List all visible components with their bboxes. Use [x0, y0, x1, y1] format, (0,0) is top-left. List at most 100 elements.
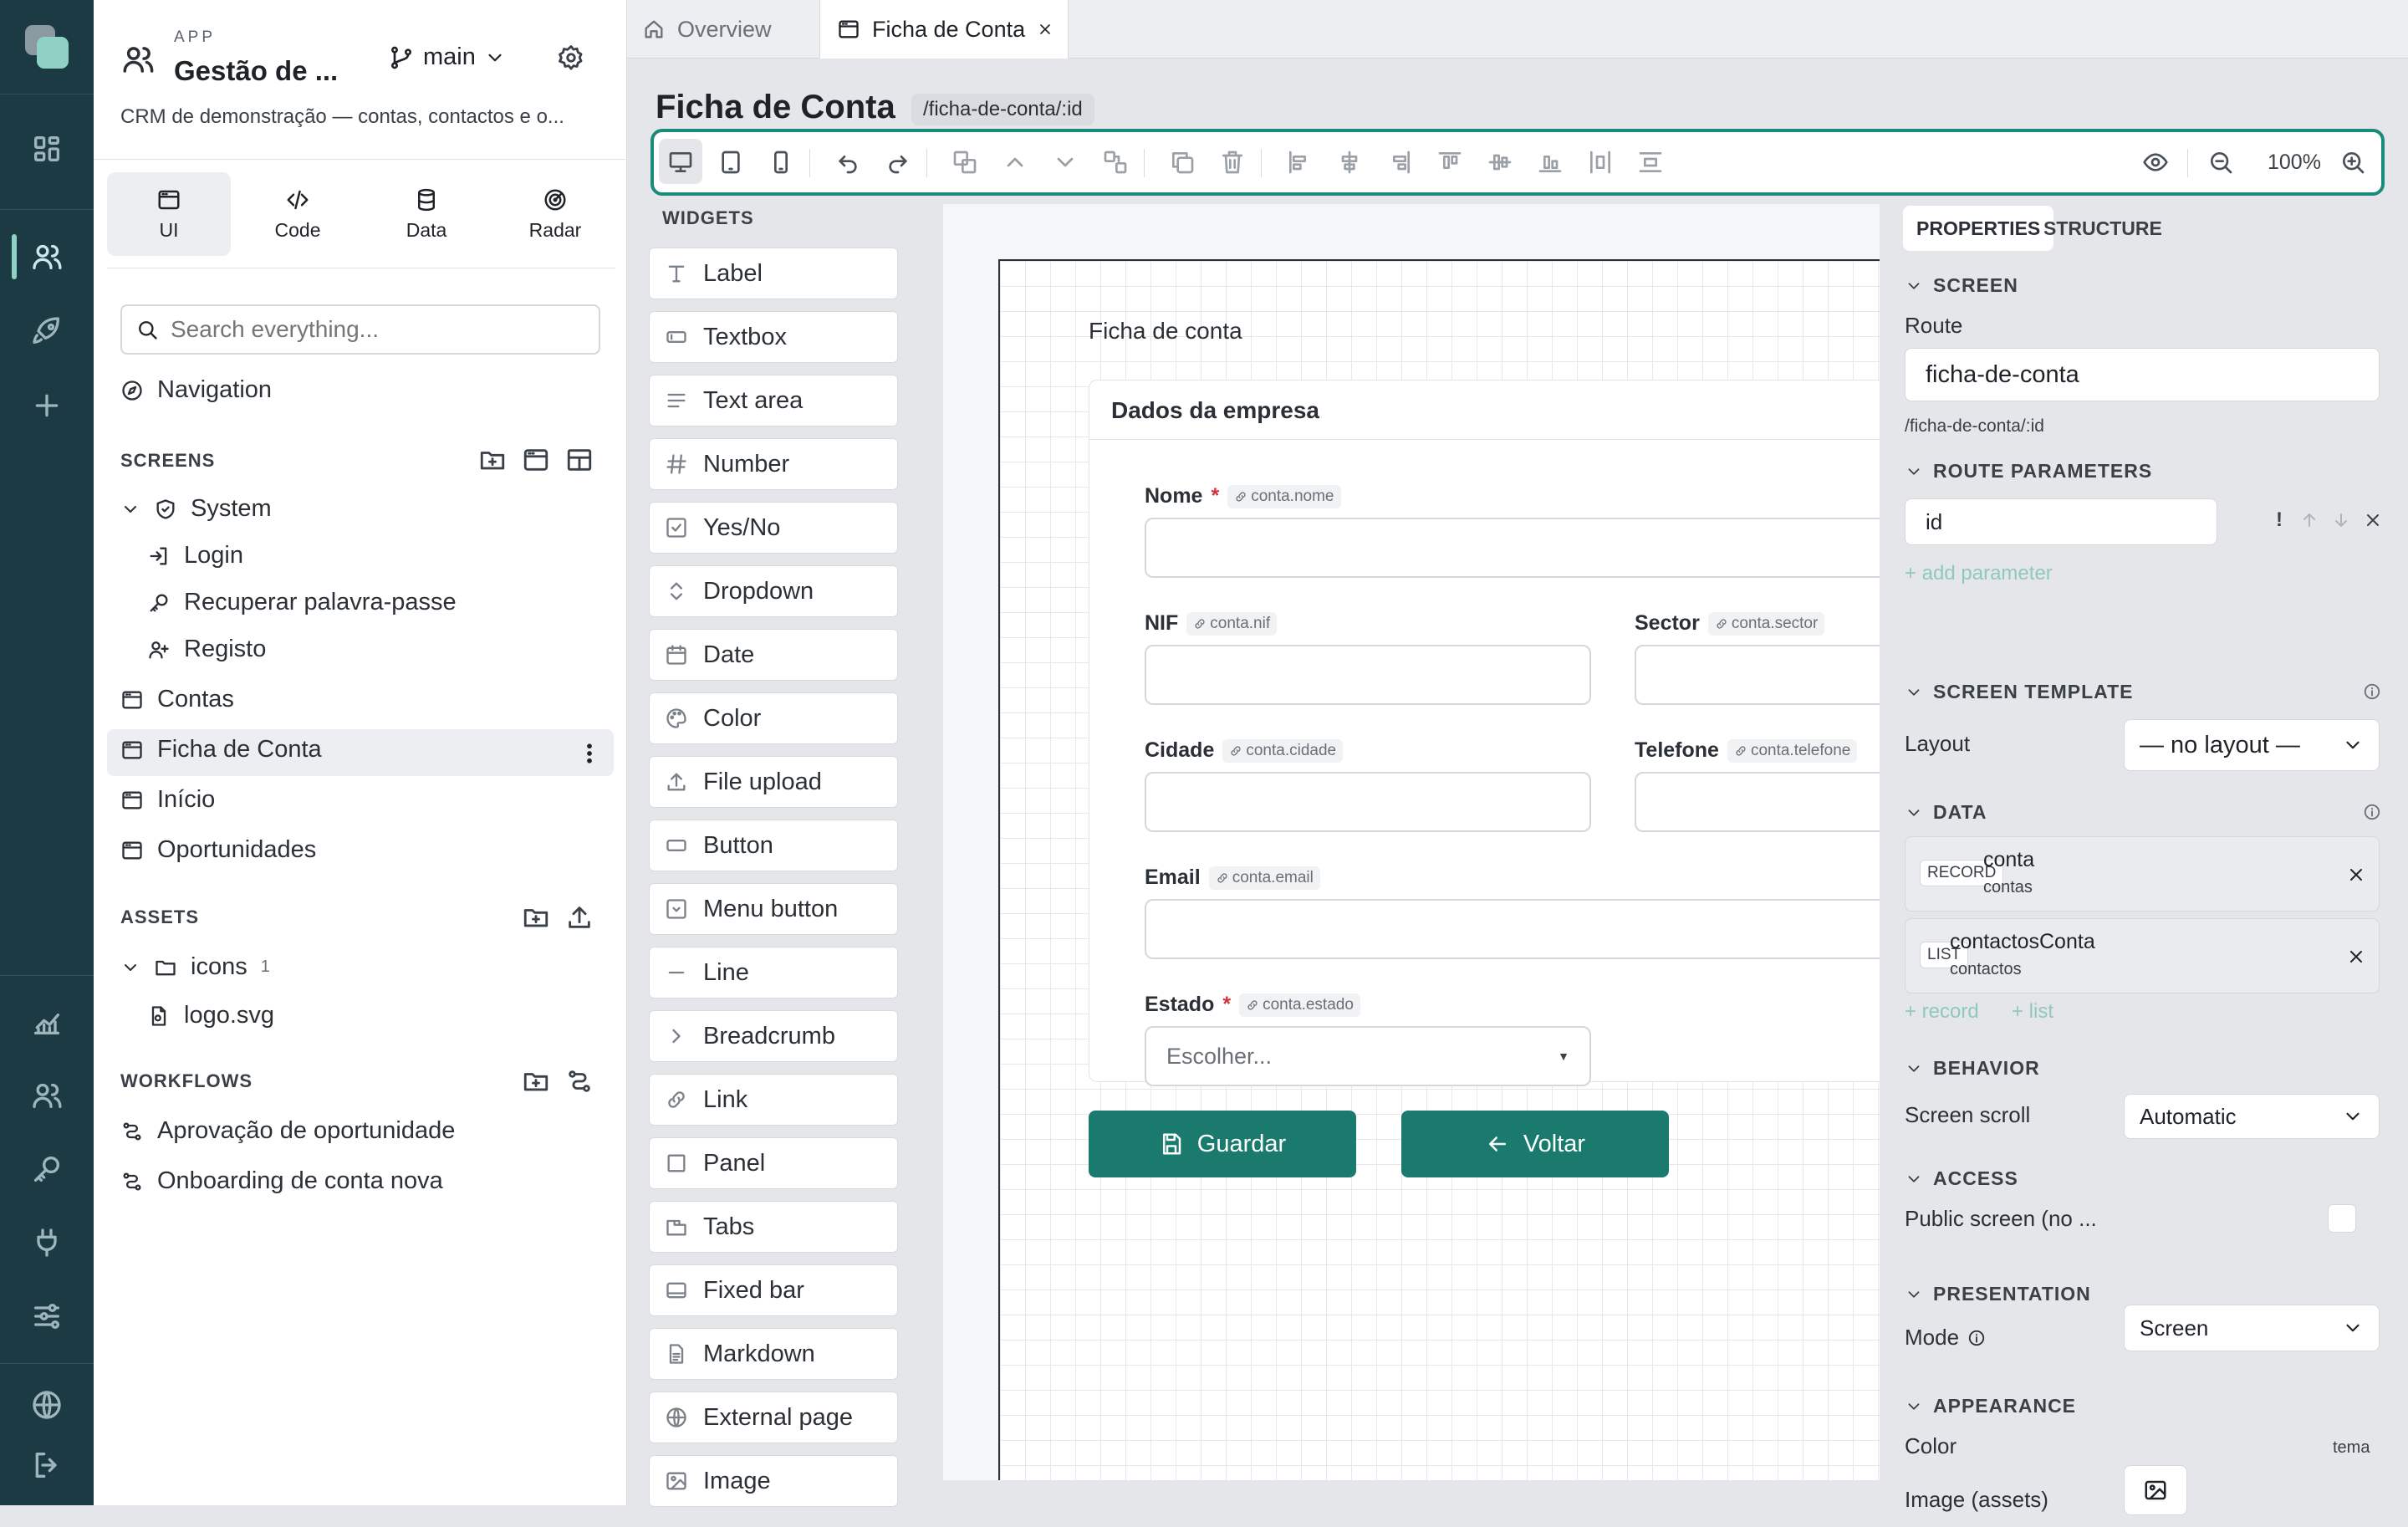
align-right-icon[interactable] — [1386, 149, 1413, 176]
undo-icon[interactable] — [834, 149, 861, 176]
info-icon[interactable] — [2363, 803, 2381, 821]
mode-radar-tab[interactable]: Radar — [493, 172, 617, 256]
screen-item-recover-password[interactable]: Recuperar palavra-passe — [147, 589, 457, 616]
widget-fixed-bar[interactable]: Fixed bar — [649, 1264, 898, 1316]
widget-textbox[interactable]: Textbox — [649, 311, 898, 363]
nome-input[interactable] — [1145, 518, 1880, 578]
widget-label[interactable]: Label — [649, 248, 898, 299]
section-appearance[interactable]: APPEARANCE — [1905, 1395, 2076, 1417]
globe-icon[interactable] — [30, 1388, 64, 1422]
widget-file-upload[interactable]: File upload — [649, 756, 898, 808]
distribute-horizontal-icon[interactable] — [1587, 149, 1614, 176]
arrow-down-icon[interactable] — [2331, 510, 2351, 530]
align-bottom-icon[interactable] — [1537, 149, 1564, 176]
widget-dropdown[interactable]: Dropdown — [649, 565, 898, 617]
public-screen-checkbox[interactable] — [2328, 1204, 2356, 1233]
info-icon[interactable] — [1967, 1329, 1986, 1347]
add-parameter-link[interactable]: + add parameter — [1905, 562, 2053, 585]
move-down-icon[interactable] — [1052, 149, 1079, 176]
dashboard-icon[interactable] — [30, 132, 64, 166]
more-options-icon[interactable] — [577, 741, 602, 766]
align-top-icon[interactable] — [1436, 149, 1463, 176]
new-workflow-folder-icon[interactable] — [522, 1067, 550, 1095]
remove-param-icon[interactable] — [2363, 510, 2383, 530]
add-app-icon[interactable] — [30, 389, 64, 422]
estado-select[interactable]: Escolher... ▼ — [1145, 1026, 1591, 1086]
close-tab-icon[interactable] — [1037, 21, 1054, 38]
settings-sliders-icon[interactable] — [30, 1300, 64, 1333]
upload-icon[interactable] — [565, 903, 594, 932]
team-icon[interactable] — [30, 1079, 64, 1112]
widget-breadcrumb[interactable]: Breadcrumb — [649, 1010, 898, 1062]
align-center-icon[interactable] — [1336, 149, 1363, 176]
sector-input[interactable] — [1635, 645, 1880, 705]
widget-button[interactable]: Button — [649, 820, 898, 871]
section-route-parameters[interactable]: ROUTE PARAMETERS — [1905, 460, 2152, 483]
param-required-toggle[interactable]: ! — [2276, 508, 2283, 532]
zoom-level[interactable]: 100% — [2268, 151, 2321, 175]
save-button[interactable]: Guardar — [1089, 1111, 1356, 1177]
info-icon[interactable] — [2363, 682, 2381, 701]
key-icon[interactable] — [30, 1152, 64, 1186]
group-icon[interactable] — [951, 149, 978, 176]
tab-structure[interactable]: STRUCTURE — [2043, 217, 2162, 240]
section-screen[interactable]: SCREEN — [1905, 274, 2018, 297]
preview-eye-icon[interactable] — [2142, 149, 2169, 176]
mode-code-tab[interactable]: Code — [236, 172, 360, 256]
screen-frame[interactable]: Ficha de conta Dados da empresa Nome * co… — [998, 259, 1880, 1480]
screen-item-register[interactable]: Registo — [147, 636, 266, 663]
panel-dados-empresa[interactable]: Dados da empresa Nome * conta.nome NIF co… — [1089, 380, 1880, 1086]
zoom-in-icon[interactable] — [2339, 149, 2366, 176]
new-asset-folder-icon[interactable] — [522, 903, 550, 932]
image-picker-button[interactable] — [2124, 1465, 2187, 1515]
search-input[interactable] — [171, 316, 572, 343]
navigation-item[interactable]: Navigation — [120, 376, 272, 404]
section-behavior[interactable]: BEHAVIOR — [1905, 1057, 2040, 1080]
users-icon[interactable] — [30, 240, 64, 273]
align-middle-icon[interactable] — [1487, 149, 1513, 176]
widget-link[interactable]: Link — [649, 1074, 898, 1126]
section-presentation[interactable]: PRESENTATION — [1905, 1283, 2091, 1305]
mode-ui-tab[interactable]: UI — [107, 172, 231, 256]
section-data[interactable]: DATA — [1905, 801, 1987, 824]
widget-image[interactable]: Image — [649, 1455, 898, 1507]
workflow-item[interactable]: Onboarding de conta nova — [120, 1167, 443, 1195]
new-workflow-icon[interactable] — [565, 1067, 594, 1095]
app-settings-gear-icon[interactable] — [557, 43, 585, 72]
zoom-out-icon[interactable] — [2207, 149, 2234, 176]
widget-yes-no[interactable]: Yes/No — [649, 502, 898, 554]
mode-data-tab[interactable]: Data — [365, 172, 488, 256]
tab-overview[interactable]: Overview — [642, 0, 772, 59]
new-screen-icon[interactable] — [522, 446, 550, 474]
branch-selector[interactable]: main — [388, 43, 506, 71]
add-record-link[interactable]: + record — [1905, 1000, 1979, 1024]
widget-color[interactable]: Color — [649, 692, 898, 744]
duplicate-icon[interactable] — [1169, 149, 1196, 176]
desktop-icon[interactable] — [667, 149, 694, 176]
align-left-icon[interactable] — [1286, 149, 1313, 176]
redo-icon[interactable] — [885, 149, 911, 176]
back-button[interactable]: Voltar — [1401, 1111, 1669, 1177]
telefone-input[interactable] — [1635, 772, 1880, 832]
move-up-icon[interactable] — [1002, 149, 1028, 176]
asset-file-logo[interactable]: logo.svg — [147, 1002, 274, 1029]
route-input[interactable]: ficha-de-conta — [1905, 348, 2380, 401]
nif-input[interactable] — [1145, 645, 1591, 705]
param-input[interactable]: id — [1905, 498, 2217, 545]
remove-data-icon[interactable] — [2346, 865, 2366, 885]
workflow-item[interactable]: Aprovação de oportunidade — [120, 1117, 455, 1145]
phone-icon[interactable] — [768, 149, 794, 176]
widget-markdown[interactable]: Markdown — [649, 1328, 898, 1380]
asset-folder-icons[interactable]: icons 1 — [120, 953, 270, 981]
cidade-input[interactable] — [1145, 772, 1591, 832]
delete-icon[interactable] — [1219, 149, 1246, 176]
screen-item-oportunidades[interactable]: Oportunidades — [120, 836, 316, 864]
widget-panel[interactable]: Panel — [649, 1137, 898, 1189]
color-value[interactable]: tema — [2333, 1438, 2370, 1458]
widget-tabs[interactable]: Tabs — [649, 1201, 898, 1253]
screen-group-system[interactable]: System — [120, 495, 272, 523]
widget-date[interactable]: Date — [649, 629, 898, 681]
analytics-icon[interactable] — [30, 1005, 64, 1039]
rocket-icon[interactable] — [30, 314, 64, 348]
form-heading[interactable]: Ficha de conta — [1089, 318, 1242, 345]
